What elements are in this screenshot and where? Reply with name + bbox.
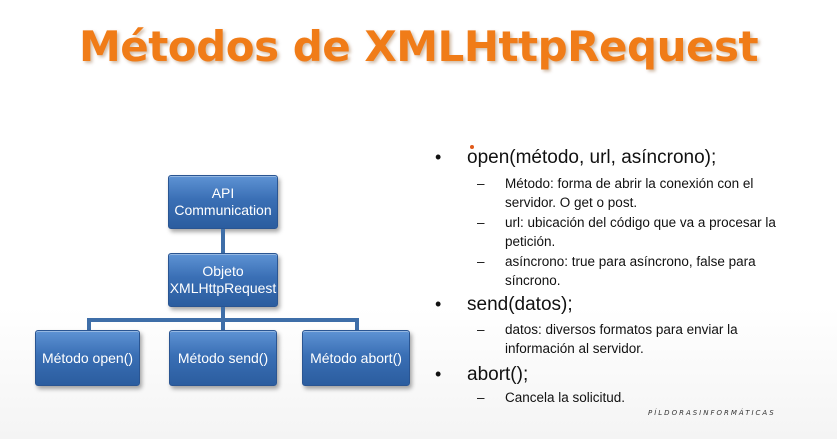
bullet-abort-text: abort(); <box>467 364 529 385</box>
dash-marker: – <box>477 390 485 405</box>
sub-bullet-asincrono-text: asíncrono: true para asíncrono, false pa… <box>505 254 756 288</box>
dash-marker: – <box>477 254 485 269</box>
sub-bullet-cancela: – Cancela la solicitud. <box>477 388 805 407</box>
bullet-send-text: send(datos); <box>467 294 573 315</box>
connector-to-abort <box>355 318 359 330</box>
connector-api-objeto <box>221 229 225 253</box>
bullet-abort: • abort(); <box>435 364 529 386</box>
node-api-communication: API Communication <box>168 175 278 229</box>
sub-bullet-url: – url: ubicación del código que va a pro… <box>477 213 805 251</box>
sub-bullet-url-text: url: ubicación del código que va a proce… <box>505 215 776 249</box>
bullet-open-text: open(método, url, asíncrono); <box>467 147 717 168</box>
slide-title: Métodos de XMLHttpRequest <box>78 22 759 71</box>
sub-bullet-datos-text: datos: diversos formatos para enviar la … <box>505 322 738 356</box>
bullet-send: • send(datos); <box>435 294 573 316</box>
bullet-marker: • <box>435 364 442 384</box>
sub-bullet-cancela-text: Cancela la solicitud. <box>505 390 626 405</box>
node-metodo-abort: Método abort() <box>302 330 410 386</box>
bullet-open: • open(método, url, asíncrono); <box>435 147 717 169</box>
sub-bullet-asincrono: – asíncrono: true para asíncrono, false … <box>477 252 805 290</box>
sub-bullet-datos: – datos: diversos formatos para enviar l… <box>477 320 805 358</box>
node-api-communication-label: API Communication <box>174 185 272 218</box>
connector-to-open <box>87 318 91 330</box>
dash-marker: – <box>477 176 485 191</box>
node-objeto-xmlhttprequest-label: Objeto XMLHttpRequest <box>169 263 277 296</box>
sub-bullet-metodo-text: Método: forma de abrir la conexión con e… <box>505 176 754 210</box>
node-metodo-send-label: Método send() <box>177 349 269 366</box>
brand-logo-text: PÍLDORASINFORMÁTICAS <box>648 409 776 417</box>
node-metodo-send: Método send() <box>169 330 277 386</box>
dash-marker: – <box>477 322 485 337</box>
bullet-marker: • <box>435 294 442 314</box>
node-metodo-abort-label: Método abort() <box>310 349 402 366</box>
node-metodo-open-label: Método open() <box>41 349 134 366</box>
node-objeto-xmlhttprequest: Objeto XMLHttpRequest <box>168 253 278 307</box>
connector-to-send <box>221 318 225 330</box>
sub-bullet-metodo: – Método: forma de abrir la conexión con… <box>477 174 805 212</box>
node-metodo-open: Método open() <box>35 330 140 386</box>
dash-marker: – <box>477 215 485 230</box>
bullet-marker: • <box>435 147 442 167</box>
